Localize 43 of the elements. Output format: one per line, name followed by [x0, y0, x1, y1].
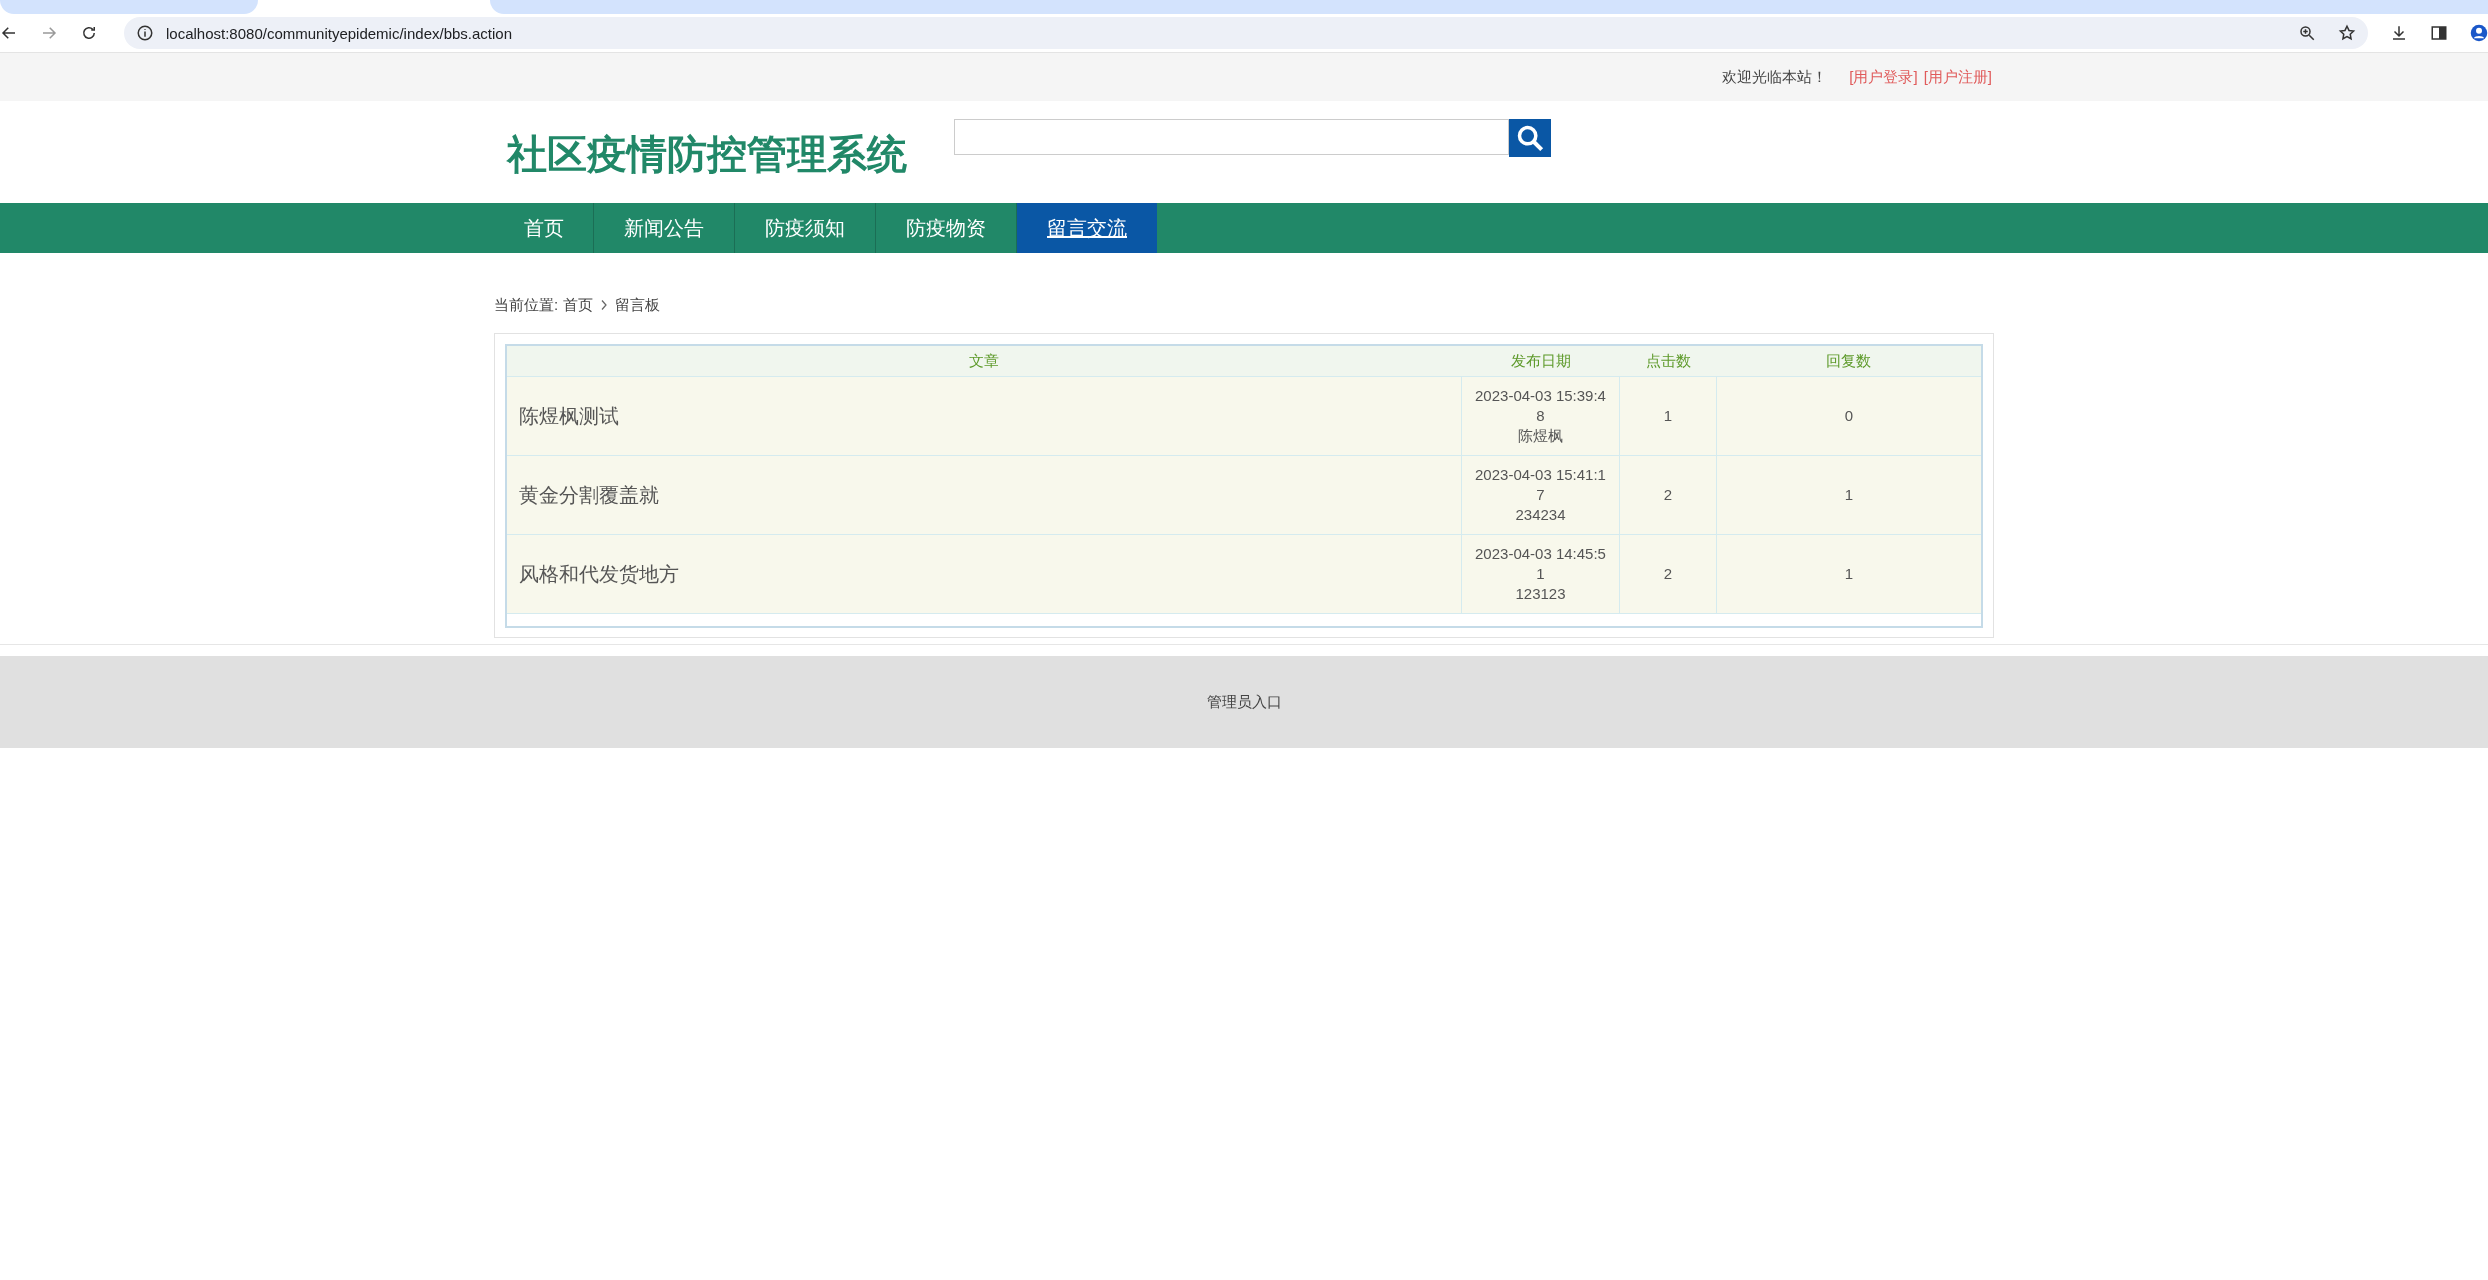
post-author: 234234 [1515, 506, 1566, 523]
post-author: 123123 [1515, 585, 1566, 602]
post-date: 2023-04-03 15:41:17 [1474, 465, 1607, 505]
sidebar-icon[interactable] [2430, 24, 2448, 42]
nav-tab[interactable]: 防疫须知 [735, 203, 876, 253]
post-title[interactable]: 风格和代发货地方 [506, 534, 1462, 614]
address-bar[interactable]: localhost:8080/communityepidemic/index/bbs.action [124, 17, 2368, 49]
reload-icon[interactable] [80, 24, 98, 42]
nav-tab[interactable]: 新闻公告 [594, 203, 735, 253]
star-icon[interactable] [2338, 24, 2356, 42]
click-count: 2 [1619, 455, 1717, 535]
download-icon[interactable] [2390, 24, 2408, 42]
reply-count: 0 [1716, 376, 1982, 456]
profile-icon[interactable] [2470, 24, 2488, 42]
column-header: 回复数 [1716, 345, 1982, 377]
zoom-icon[interactable] [2298, 24, 2316, 42]
back-icon[interactable] [0, 24, 18, 42]
site-title: 社区疫情防控管理系统 [507, 131, 908, 178]
column-header: 点击数 [1619, 345, 1717, 377]
post-date: 2023-04-03 15:39:48 [1474, 386, 1607, 426]
welcome-text: 欢迎光临本站！ [1722, 67, 1828, 87]
click-count: 2 [1619, 534, 1717, 614]
breadcrumb-label: 当前位置: [494, 295, 559, 315]
reply-count: 1 [1716, 534, 1982, 614]
reply-count: 1 [1716, 455, 1982, 535]
column-header: 文章 [506, 345, 1462, 377]
breadcrumb-current: 留言板 [615, 295, 661, 315]
admin-link[interactable]: 管理员入口 [1206, 692, 1282, 712]
search-field[interactable] [954, 119, 1509, 155]
column-header: 发布日期 [1461, 345, 1620, 377]
click-count: 1 [1619, 376, 1717, 456]
search-icon [1516, 124, 1544, 152]
breadcrumb-link[interactable]: 首页 [563, 295, 594, 315]
info-icon[interactable] [136, 24, 154, 42]
post-date: 2023-04-03 14:45:51 [1474, 544, 1607, 584]
nav-tab[interactable]: 留言交流 [1017, 203, 1157, 253]
url-text: localhost:8080/communityepidemic/index/bbs.action [166, 24, 513, 42]
post-author: 陈煜枫 [1518, 427, 1563, 444]
post-title[interactable]: 黄金分割覆盖就 [506, 455, 1462, 535]
forward-icon[interactable] [40, 24, 58, 42]
search-button[interactable] [1509, 119, 1551, 157]
nav-tab[interactable]: 首页 [507, 203, 594, 253]
post-title[interactable]: 陈煜枫测试 [506, 376, 1462, 456]
